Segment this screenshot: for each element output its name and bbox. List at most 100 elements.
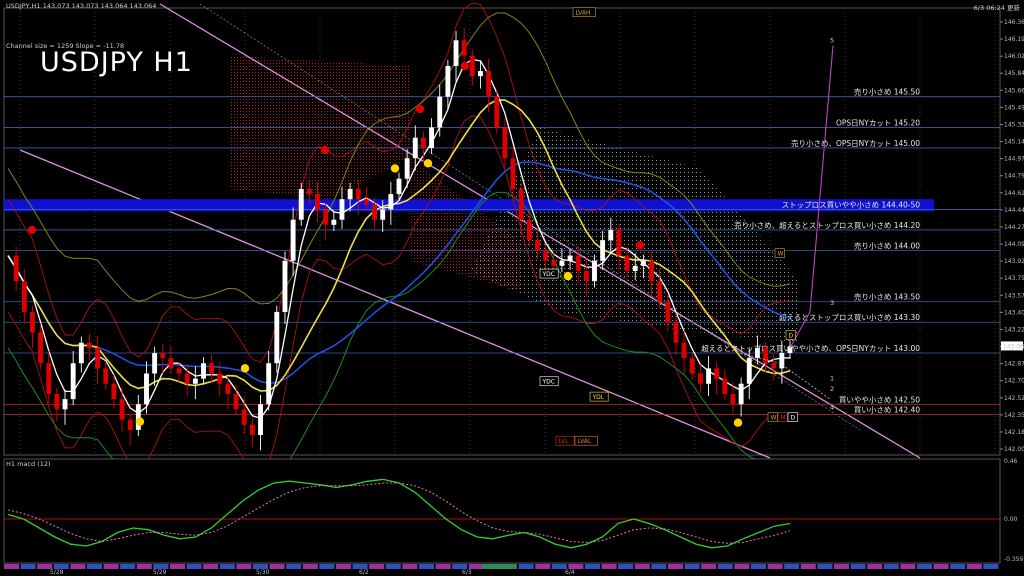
level-label: 売り小さめ 144.00	[854, 240, 920, 250]
tag-label: D	[789, 333, 794, 340]
wave-number: 1	[830, 375, 834, 383]
candle-body	[225, 383, 231, 394]
session-strip	[717, 564, 733, 569]
candle-body	[478, 71, 483, 77]
fractal-marker	[423, 159, 433, 168]
candle-body	[681, 342, 687, 359]
candle-body	[673, 322, 679, 343]
session-strip	[834, 564, 849, 569]
session-strip	[950, 564, 966, 569]
candle-body	[689, 358, 695, 374]
update-datetime: 6/3 06:24 更新	[974, 3, 1021, 12]
session-strip	[87, 564, 102, 569]
candle-body	[730, 393, 736, 405]
tag-label: M	[781, 415, 786, 422]
macd-panel-frame	[3, 458, 1001, 564]
session-strip	[883, 564, 899, 569]
session-strip	[867, 564, 883, 569]
session-strip	[302, 564, 318, 569]
session-strip	[817, 564, 833, 569]
candle-body	[217, 373, 223, 384]
candle-body	[209, 363, 215, 374]
candle-body	[355, 188, 361, 200]
fractal-marker	[135, 417, 145, 426]
candle-body	[290, 219, 296, 261]
y-tick-label: 142.180	[1004, 429, 1024, 436]
candle-body	[192, 378, 198, 384]
candle-body	[21, 281, 27, 312]
candle-body	[372, 204, 378, 220]
candle-body	[111, 383, 117, 400]
fractal-marker	[635, 241, 645, 250]
session-strip	[236, 564, 252, 569]
session-strip	[20, 564, 36, 569]
x-tick-label: 5/30	[256, 569, 270, 576]
y-tick-label: 145.490	[1004, 104, 1024, 111]
y-tick-label: 142.005	[1004, 446, 1024, 453]
candle-body	[315, 194, 320, 210]
candle-body	[559, 260, 565, 266]
session-strip	[983, 564, 999, 569]
candle-body	[266, 363, 272, 405]
candle-body	[135, 404, 141, 430]
tag-label: YDC	[542, 271, 555, 278]
y-tick-label: 142.700	[1004, 378, 1024, 385]
candle-body	[543, 250, 549, 261]
y-tick-label: 143.925	[1004, 258, 1024, 265]
candle-body	[608, 229, 614, 241]
candle-body	[176, 368, 182, 374]
candle-body	[13, 255, 19, 282]
session-strip	[933, 564, 949, 569]
y-tick-label: 142.350	[1004, 412, 1024, 419]
macd-title: H1 macd (12)	[6, 460, 51, 468]
session-strip	[585, 564, 600, 569]
tag-label: YDC	[542, 379, 555, 386]
candle-body	[396, 178, 402, 195]
candle-body	[746, 358, 752, 384]
candle-body	[486, 71, 492, 97]
candle-body	[87, 342, 92, 348]
wave-number: 3	[830, 299, 834, 307]
fractal-marker	[390, 164, 400, 173]
session-strip	[4, 564, 19, 569]
y-tick-label: 145.665	[1004, 87, 1024, 94]
candle-body	[771, 363, 777, 369]
y-tick-label: 146.365	[1004, 19, 1024, 26]
y-tick-label: 144.445	[1004, 207, 1024, 214]
tag-label: LVL	[559, 438, 570, 445]
wave-number: 4	[830, 403, 834, 411]
candle-body	[600, 240, 606, 261]
x-tick-label: 6/4	[565, 569, 575, 576]
candle-body	[241, 409, 247, 425]
fractal-marker	[240, 364, 250, 373]
tag-label: D	[791, 415, 796, 422]
candle-body	[535, 240, 540, 251]
session-strip	[203, 564, 219, 569]
session-strip	[419, 564, 434, 569]
level-label: 売り小さめ 143.50	[854, 292, 920, 302]
session-strip	[369, 564, 385, 569]
ichimoku-cloud-grey	[470, 127, 800, 343]
candle-body	[62, 399, 68, 410]
y-tick-label: 144.095	[1004, 241, 1024, 248]
candle-body	[152, 352, 158, 374]
level-label: 売り小さめ、超えるとストップロス買い小さめ 144.20	[734, 220, 920, 230]
candle-body	[258, 404, 263, 436]
candle-body	[453, 40, 459, 66]
candle-body	[429, 127, 435, 148]
session-strip	[435, 564, 451, 569]
candle-body	[160, 352, 166, 359]
y-tick-label: 146.190	[1004, 36, 1024, 43]
y-tick-label: 143.750	[1004, 275, 1024, 282]
session-strip	[120, 564, 136, 569]
session-strip	[618, 564, 634, 569]
session-strip	[850, 564, 866, 569]
session-strip	[668, 564, 683, 569]
candle-body	[95, 347, 101, 369]
wave-number: 2	[830, 385, 834, 393]
session-strip	[734, 564, 750, 569]
price-chart[interactable]: 売り小さめ 145.50 OPS日NYカット 145.20 売り小さめ、OPS日NY…	[0, 0, 1024, 576]
candle-body	[78, 342, 84, 364]
session-strip	[535, 564, 551, 569]
candle-body	[54, 393, 60, 410]
